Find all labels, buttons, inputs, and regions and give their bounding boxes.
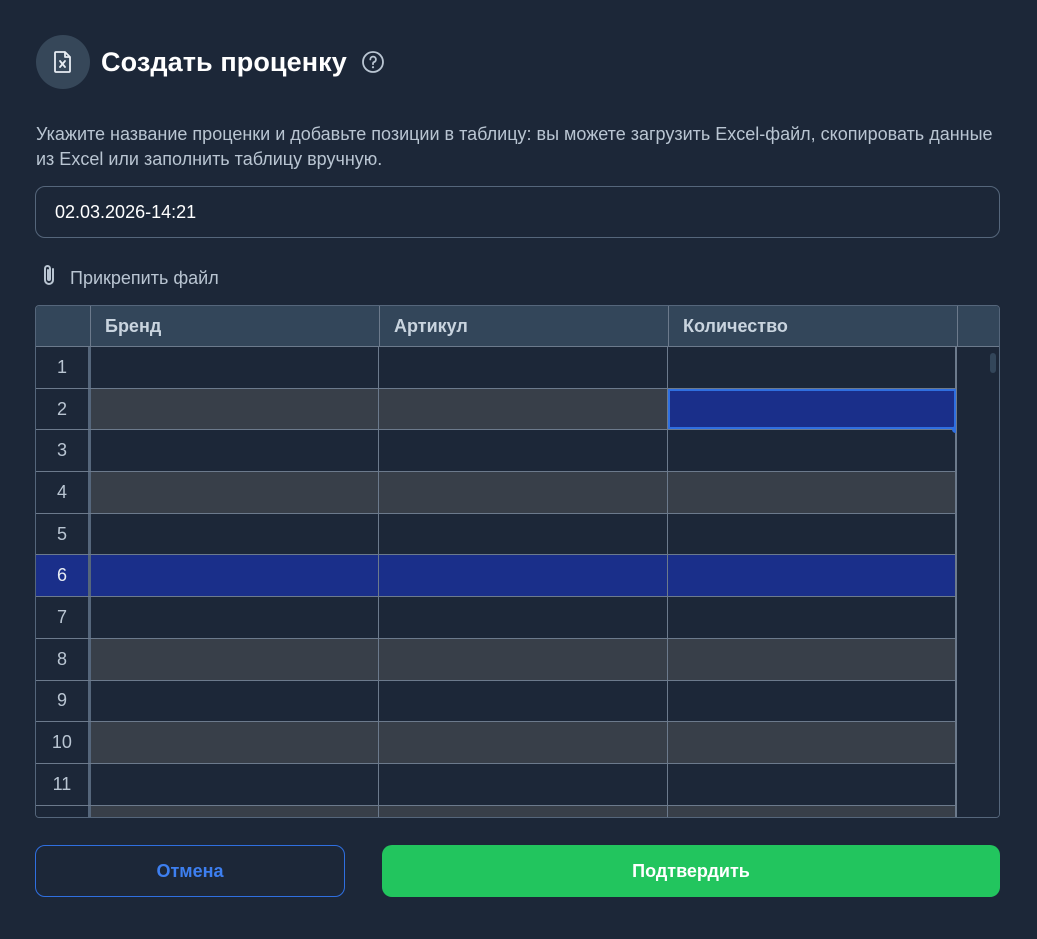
cell-quantity[interactable] xyxy=(667,555,957,597)
cell-quantity[interactable] xyxy=(667,430,957,472)
table-row: 2 xyxy=(36,388,960,434)
table-row: 5 xyxy=(36,513,957,556)
cell-brand[interactable] xyxy=(90,722,380,763)
table-body: 1 2 3 4 5 6 7 8 9 10 11 xyxy=(36,347,960,817)
attach-file-button[interactable]: Прикрепить файл xyxy=(38,264,219,292)
row-number[interactable]: 7 xyxy=(36,597,91,638)
create-estimate-dialog: Создать проценку Укажите название процен… xyxy=(0,0,1037,939)
dialog-description: Укажите название проценки и добавьте поз… xyxy=(36,124,993,169)
paperclip-icon xyxy=(38,263,60,294)
cell-article[interactable] xyxy=(379,388,668,430)
confirm-button[interactable]: Подтвердить xyxy=(382,845,1000,897)
cell-article[interactable] xyxy=(379,430,668,472)
dialog-title: Создать проценку xyxy=(101,46,347,77)
corner-cell[interactable] xyxy=(36,306,91,346)
cell-quantity[interactable] xyxy=(667,763,957,805)
row-number[interactable]: 10 xyxy=(36,722,91,763)
cell-brand[interactable] xyxy=(90,472,380,513)
cell-quantity[interactable] xyxy=(667,513,957,555)
cell-brand[interactable] xyxy=(90,680,380,722)
attach-file-label: Прикрепить файл xyxy=(70,267,219,288)
header-spacer xyxy=(958,306,999,346)
table-row: 9 xyxy=(36,680,957,723)
column-header-brand[interactable]: Бренд xyxy=(91,306,380,346)
excel-file-icon xyxy=(36,35,90,89)
cell-brand[interactable] xyxy=(90,638,380,680)
row-number[interactable]: 6 xyxy=(36,555,91,597)
cell-article[interactable] xyxy=(379,722,668,763)
row-number[interactable]: 2 xyxy=(36,388,91,430)
cell-brand[interactable] xyxy=(90,430,380,472)
cell-quantity[interactable] xyxy=(667,722,957,763)
positions-table[interactable]: Бренд Артикул Количество 1 2 3 4 5 6 7 8… xyxy=(35,305,1000,818)
cell-article[interactable] xyxy=(379,763,668,805)
cell-quantity[interactable] xyxy=(667,805,957,817)
cell-article[interactable] xyxy=(379,472,668,513)
table-row-partial xyxy=(36,805,957,817)
cell-brand[interactable] xyxy=(90,555,380,597)
table-row: 3 xyxy=(36,430,957,473)
cell-article[interactable] xyxy=(379,638,668,680)
cell-quantity[interactable] xyxy=(667,347,957,388)
cell-article[interactable] xyxy=(379,597,668,638)
row-number[interactable]: 11 xyxy=(36,763,91,805)
vertical-scrollbar[interactable] xyxy=(956,347,999,817)
cell-article[interactable] xyxy=(379,347,668,388)
cell-brand[interactable] xyxy=(90,347,380,388)
cell-article[interactable] xyxy=(379,805,668,817)
table-row: 11 xyxy=(36,763,957,806)
cancel-button[interactable]: Отмена xyxy=(35,845,345,897)
cell-brand[interactable] xyxy=(90,763,380,805)
row-number[interactable] xyxy=(36,805,91,817)
estimate-name-input[interactable] xyxy=(35,186,1000,238)
scrollbar-thumb[interactable] xyxy=(990,353,996,373)
table-row: 4 xyxy=(36,472,957,514)
cell-brand[interactable] xyxy=(90,388,380,430)
cell-article[interactable] xyxy=(379,513,668,555)
cell-quantity-active[interactable] xyxy=(667,388,960,434)
row-number[interactable]: 4 xyxy=(36,472,91,513)
table-row: 7 xyxy=(36,597,957,639)
cell-quantity[interactable] xyxy=(667,680,957,722)
row-number[interactable]: 9 xyxy=(36,680,91,722)
cell-brand[interactable] xyxy=(90,513,380,555)
row-number[interactable]: 3 xyxy=(36,430,91,472)
row-number[interactable]: 5 xyxy=(36,513,91,555)
column-header-article[interactable]: Артикул xyxy=(380,306,669,346)
table-row: 8 xyxy=(36,638,957,681)
table-row: 1 xyxy=(36,347,957,389)
dialog-header: Создать проценку xyxy=(36,35,385,89)
table-header: Бренд Артикул Количество xyxy=(36,306,999,347)
cell-article[interactable] xyxy=(379,555,668,597)
cell-brand[interactable] xyxy=(90,597,380,638)
row-number[interactable]: 1 xyxy=(36,347,91,388)
table-row: 10 xyxy=(36,722,957,764)
table-row-selected: 6 xyxy=(36,555,957,598)
cell-article[interactable] xyxy=(379,680,668,722)
row-number[interactable]: 8 xyxy=(36,638,91,680)
cell-quantity[interactable] xyxy=(667,597,957,638)
question-circle-icon[interactable] xyxy=(361,50,385,74)
cell-quantity[interactable] xyxy=(667,638,957,680)
cell-quantity[interactable] xyxy=(667,472,957,513)
column-header-quantity[interactable]: Количество xyxy=(669,306,958,346)
cell-brand[interactable] xyxy=(90,805,380,817)
